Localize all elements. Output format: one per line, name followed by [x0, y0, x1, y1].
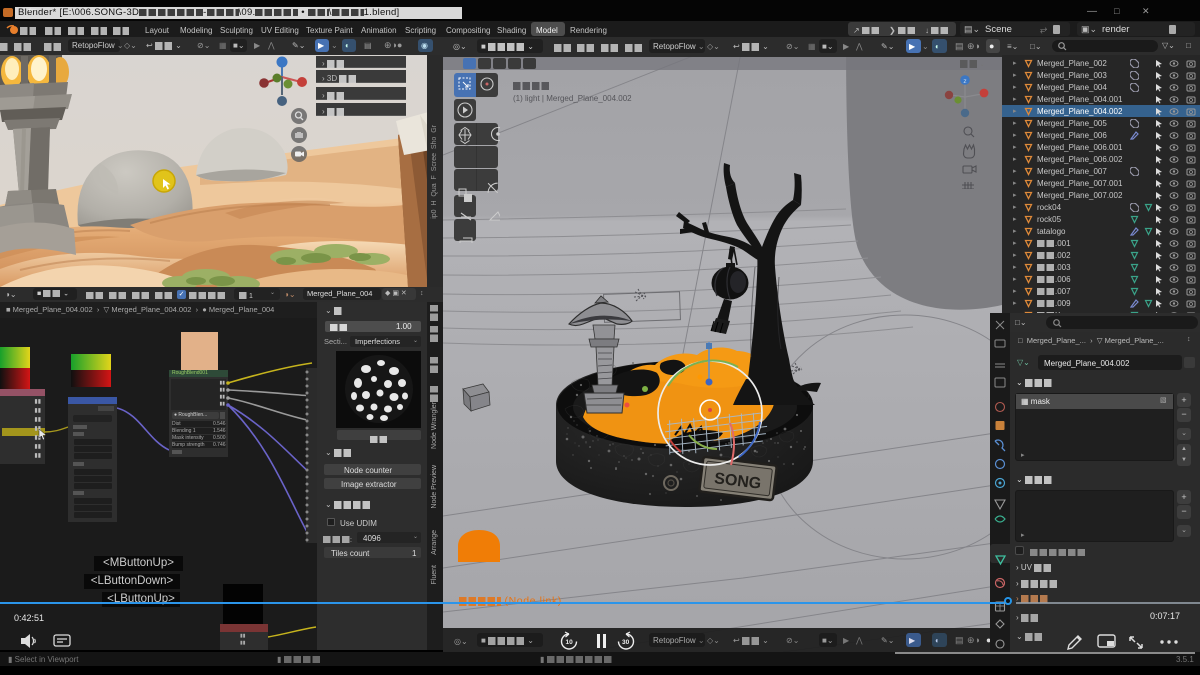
svg-text:30: 30 — [622, 639, 630, 646]
svg-text:z: z — [963, 78, 966, 85]
svg-text:10: 10 — [566, 639, 574, 646]
